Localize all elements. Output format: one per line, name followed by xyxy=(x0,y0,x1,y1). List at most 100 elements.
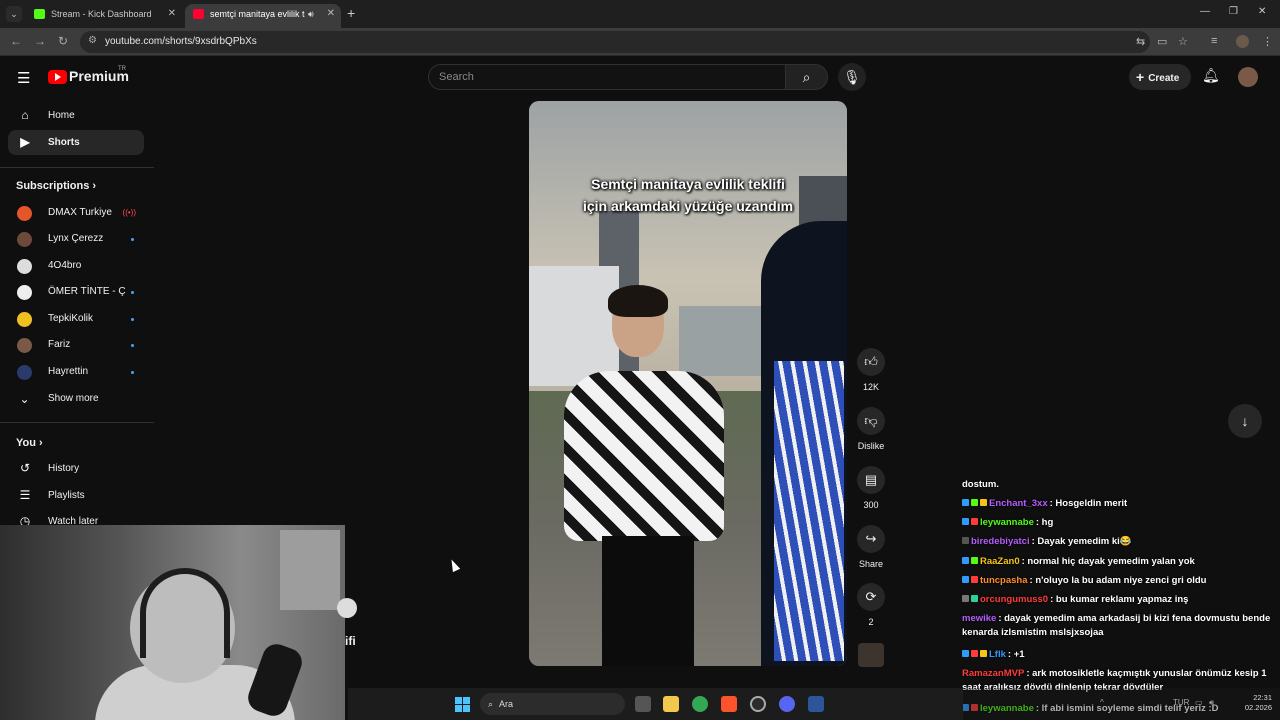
translate-icon[interactable]: ⇆ xyxy=(1136,35,1145,48)
next-short-button[interactable]: ↓ xyxy=(1228,404,1262,438)
thumbs-up-icon: 👍︎ xyxy=(864,354,878,369)
channel-avatar xyxy=(17,259,32,274)
windows-start-icon[interactable] xyxy=(455,697,470,712)
overlay-button[interactable] xyxy=(337,598,357,618)
comments-button[interactable]: ▤ xyxy=(857,466,885,494)
channel-avatar xyxy=(17,285,32,300)
new-tab-button[interactable]: + xyxy=(347,4,355,22)
close-window-icon[interactable]: ✕ xyxy=(1258,6,1266,17)
divider xyxy=(0,167,154,168)
chrome-icon[interactable] xyxy=(692,696,708,712)
chat-username[interactable]: mewike xyxy=(962,613,996,624)
file-explorer-icon[interactable] xyxy=(663,696,679,712)
bookmark-star-icon[interactable]: ☆ xyxy=(1178,35,1188,48)
chat-username[interactable]: tuncpasha xyxy=(980,575,1028,586)
tab-search-icon[interactable]: ⌄ xyxy=(6,6,22,22)
notifications-bell-icon[interactable]: 🔔︎ xyxy=(1202,67,1220,84)
microphone-icon: 🎙︎ xyxy=(843,69,861,85)
channel-thumbnail[interactable] xyxy=(858,643,884,667)
account-avatar[interactable] xyxy=(1238,67,1258,87)
you-heading[interactable]: You › xyxy=(16,437,43,449)
task-view-icon[interactable] xyxy=(635,696,651,712)
sidebar-item-label: History xyxy=(48,463,80,474)
browser-menu-icon[interactable]: ⋮ xyxy=(1262,35,1273,48)
headphones-icon xyxy=(140,568,230,658)
restore-icon[interactable]: ❐ xyxy=(1229,6,1238,17)
minimize-icon[interactable]: — xyxy=(1200,6,1210,17)
media-control-icon[interactable]: ≡ xyxy=(1211,35,1217,47)
chevron-right-icon: › xyxy=(39,437,43,449)
chat-message: Lflk: +1 xyxy=(962,648,1280,662)
remix-button[interactable]: ⟳ xyxy=(857,583,885,611)
forward-icon[interactable]: → xyxy=(34,34,46,48)
channel-avatar xyxy=(17,232,32,247)
sidebar-item-home[interactable]: ⌂ Home xyxy=(8,103,144,128)
channel-name: Fariz xyxy=(48,339,71,350)
obs-icon[interactable] xyxy=(750,696,766,712)
stream-chat-overlay: dostum. Enchant_3xx: Hosgeldin merit leywa… xyxy=(962,478,1280,720)
video-striped-sleeve xyxy=(774,361,844,661)
like-button[interactable]: 👍︎ xyxy=(857,348,885,376)
browser-tab-youtube[interactable]: semtçi manitaya evlilik tekli 🔊︎ ✕ xyxy=(185,4,341,28)
brave-icon[interactable] xyxy=(721,696,737,712)
browser-tab-kick[interactable]: Stream - Kick Dashboard ✕ xyxy=(26,4,182,28)
address-bar[interactable]: ⚙ youtube.com/shorts/9xsdrbQPbXs xyxy=(80,31,1150,53)
windows-taskbar: ⌕ Ara xyxy=(348,688,963,720)
volume-icon[interactable]: 🔊︎ xyxy=(1209,698,1214,708)
sidebar-item-lynx-cerezz[interactable]: Lynx Çerezz xyxy=(8,226,144,252)
word-icon[interactable] xyxy=(808,696,824,712)
search-button[interactable]: ⌕ xyxy=(786,64,828,90)
sidebar-item-label: Home xyxy=(48,110,75,121)
sidebar-item-hayrettin[interactable]: Hayrettin xyxy=(8,359,144,385)
sidebar-item-tepkikolik[interactable]: TepkiKolik xyxy=(8,306,144,332)
chat-username[interactable]: Lflk xyxy=(989,649,1006,660)
sidebar-item-label: Playlists xyxy=(48,490,85,501)
sidebar-item-omer-tinte[interactable]: ÖMER TİNTE - Çİ... xyxy=(8,279,144,305)
short-video-player[interactable]: Semtçi manitaya evlilik teklifi için ark… xyxy=(529,101,847,666)
share-button[interactable]: ↪ xyxy=(857,525,885,553)
show-more-button[interactable]: ⌄ Show more xyxy=(8,386,144,412)
voice-search-button[interactable]: 🎙︎ xyxy=(838,63,866,91)
taskbar-search[interactable]: ⌕ Ara xyxy=(480,693,625,715)
reload-icon[interactable]: ↻ xyxy=(58,34,68,48)
tray-chevron-icon[interactable]: ^ xyxy=(1100,698,1104,707)
sidebar-item-history[interactable]: ↺ History xyxy=(8,456,144,481)
chat-username[interactable]: orcungumuss0 xyxy=(980,594,1048,605)
chat-text: : Hosgeldin merit xyxy=(1049,498,1128,509)
chat-username[interactable]: RamazanMVP xyxy=(962,668,1024,679)
chat-username[interactable]: RaaZan0 xyxy=(980,556,1020,567)
clock[interactable]: 22:31 02.2026 xyxy=(1245,693,1272,713)
new-content-dot xyxy=(131,238,134,241)
chat-message: RaaZan0: normal hiç dayak yemedim yalan … xyxy=(962,555,1280,569)
create-button[interactable]: + Create xyxy=(1129,64,1191,90)
sidebar-item-fariz[interactable]: Fariz xyxy=(8,332,144,358)
you-title: You xyxy=(16,437,36,449)
menu-icon[interactable]: ☰ xyxy=(17,69,30,87)
close-tab-icon[interactable]: ✕ xyxy=(327,4,335,24)
chat-badge-icon xyxy=(971,595,978,602)
live-indicator-icon: ((•)) xyxy=(122,208,136,217)
sidebar-item-playlists[interactable]: ☰ Playlists xyxy=(8,483,144,508)
subscriptions-heading[interactable]: Subscriptions › xyxy=(16,180,96,192)
site-info-icon[interactable]: ⚙ xyxy=(88,35,97,46)
create-label: Create xyxy=(1148,73,1180,84)
back-icon[interactable]: ← xyxy=(10,34,22,48)
chat-text: : normal hiç dayak yemedim yalan yok xyxy=(1021,556,1195,567)
cast-icon[interactable]: ▭ xyxy=(1157,35,1167,48)
sidebar-item-4o4bro[interactable]: 4O4bro xyxy=(8,253,144,279)
chat-username[interactable]: leywannabe xyxy=(980,517,1034,528)
network-icon[interactable]: ▭ xyxy=(1195,698,1203,707)
close-tab-icon[interactable]: ✕ xyxy=(168,4,176,24)
clock-time: 22:31 xyxy=(1253,693,1272,702)
chat-username[interactable]: Enchant_3xx xyxy=(989,498,1048,509)
discord-icon[interactable] xyxy=(779,696,795,712)
speaker-icon[interactable]: 🔊︎ xyxy=(308,4,314,24)
webcam-background-shelf xyxy=(280,530,340,610)
sidebar-item-dmax-turkiye[interactable]: DMAX Turkiye ((•)) xyxy=(8,200,144,226)
profile-avatar[interactable] xyxy=(1236,35,1249,48)
chat-username[interactable]: biredebiyatci xyxy=(971,536,1030,547)
search-input[interactable] xyxy=(439,69,769,85)
language-indicator[interactable]: TUR xyxy=(1173,698,1189,707)
dislike-button[interactable]: 👎︎ xyxy=(857,407,885,435)
sidebar-item-shorts[interactable]: ▶ Shorts xyxy=(8,130,144,155)
